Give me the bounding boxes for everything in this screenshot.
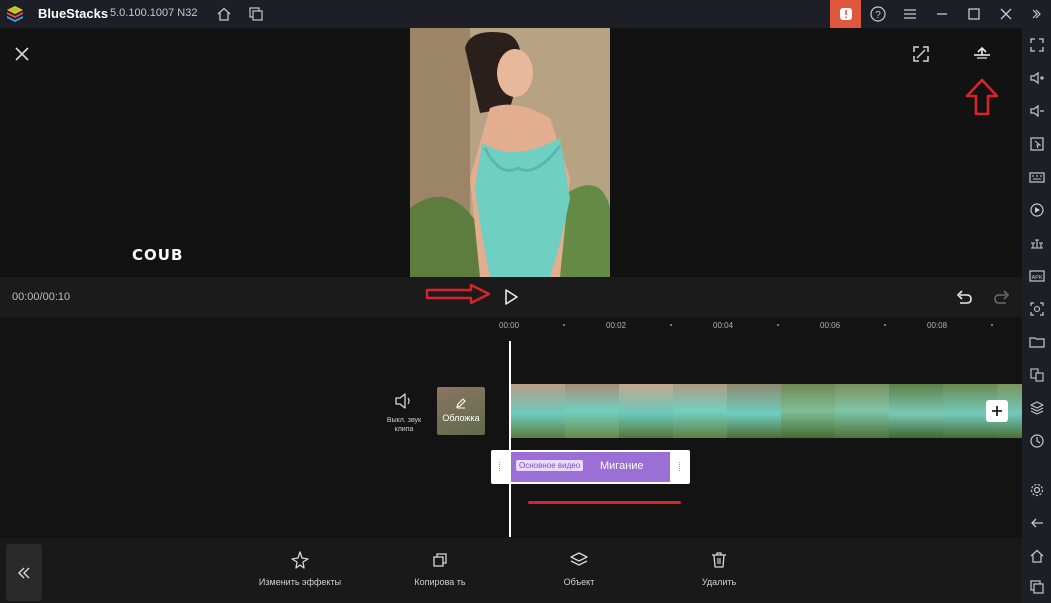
recent-apps-icon[interactable] (1028, 578, 1046, 596)
edit-effects-label: Изменить эффекты (258, 577, 342, 587)
volume-up-icon[interactable] (1028, 69, 1046, 87)
trash-icon (712, 552, 726, 568)
folder-icon[interactable] (1028, 333, 1046, 351)
playhead[interactable] (509, 341, 511, 537)
timecode: 00:00/00:10 (12, 291, 71, 303)
clip-thumbnail (781, 384, 835, 438)
close-icon[interactable] (12, 44, 32, 64)
clip-thumbnail (835, 384, 889, 438)
notification-alert-icon[interactable] (830, 0, 861, 28)
effect-clip[interactable]: Основное видео Мигание (511, 452, 670, 482)
bluestacks-sidebar: APK (1022, 28, 1051, 603)
sidebar-collapse-icon[interactable] (1026, 4, 1046, 24)
redo-icon[interactable] (992, 287, 1012, 307)
macro-record-icon[interactable] (1028, 201, 1046, 219)
object-label: Объект (563, 577, 595, 587)
edit-effects-button[interactable]: Изменить эффекты (255, 550, 345, 588)
clip-thumbnail (565, 384, 619, 438)
mute-clip-label[interactable]: Выкл. звук клипа (380, 416, 428, 434)
effect-name: Мигание (600, 460, 644, 472)
clip-thumbnail (619, 384, 673, 438)
keyboard-icon[interactable] (1028, 168, 1046, 186)
bottom-toolbar: Изменить эффекты Копирова ть Объект Удал… (0, 538, 1022, 603)
ruler-dot (563, 324, 565, 326)
svg-text:?: ? (875, 10, 881, 21)
right-trim-handle[interactable] (679, 462, 681, 471)
timeline-panel[interactable]: 00:00 00:02 00:04 00:06 00:08 Выкл. звук… (0, 317, 1022, 538)
back-arrow-icon[interactable] (1028, 514, 1046, 532)
apk-install-icon[interactable]: APK (1028, 267, 1046, 285)
home-icon[interactable] (214, 4, 234, 24)
copy-icon (433, 553, 447, 567)
video-preview-area: COUB (0, 28, 1022, 277)
delete-label: Удалить (701, 577, 737, 587)
android-home-icon[interactable] (1028, 547, 1046, 565)
speaker-icon[interactable] (393, 391, 413, 411)
video-frame[interactable] (410, 28, 610, 277)
ruler-dot (884, 324, 886, 326)
svg-text:APK: APK (1031, 275, 1042, 281)
export-upload-icon[interactable] (971, 42, 993, 64)
title-bar: BlueStacks 5.0.100.1007 N32 ? (0, 0, 1051, 28)
main-video-tag: Основное видео (516, 460, 584, 471)
play-icon[interactable] (501, 287, 521, 307)
minimize-icon[interactable] (932, 4, 952, 24)
object-button[interactable]: Объект (534, 550, 624, 588)
ruler-dot (777, 324, 779, 326)
layers-stack-icon[interactable] (1028, 399, 1046, 417)
ruler-label-0: 00:00 (499, 321, 520, 330)
app-title: BlueStacks (38, 6, 109, 21)
menu-icon[interactable] (900, 4, 920, 24)
copy-label: Копирова ть (414, 577, 466, 587)
cover-button[interactable]: Обложка (437, 387, 485, 435)
ruler-label-2: 00:04 (713, 321, 734, 330)
ruler-dot (670, 324, 672, 326)
multi-window-icon[interactable] (1028, 366, 1046, 384)
pointer-icon[interactable] (1028, 135, 1046, 153)
ruler-label-4: 00:08 (927, 321, 948, 330)
clip-thumbnail (511, 384, 565, 438)
clip-thumbnail (727, 384, 781, 438)
bluestacks-logo-icon (7, 6, 23, 22)
plus-icon (992, 406, 1002, 416)
multi-instance-sync-icon[interactable] (1028, 234, 1046, 252)
fullscreen-icon[interactable] (911, 44, 931, 64)
ruler-label-3: 00:06 (820, 321, 841, 330)
bluestacks-window: BlueStacks 5.0.100.1007 N32 ? COUB 00:00… (0, 0, 1051, 603)
video-clip-filmstrip[interactable] (511, 384, 1022, 438)
clip-thumbnail (673, 384, 727, 438)
screenshot-icon[interactable] (1028, 300, 1046, 318)
add-clip-button[interactable] (986, 400, 1008, 422)
collapse-toolbar-button[interactable] (6, 544, 42, 601)
volume-down-icon[interactable] (1028, 102, 1046, 120)
playback-control-bar: 00:00/00:10 (0, 277, 1022, 317)
left-trim-handle[interactable] (499, 462, 501, 471)
clip-thumbnail (889, 384, 943, 438)
multi-instance-icon[interactable] (246, 4, 266, 24)
maximize-icon[interactable] (964, 4, 984, 24)
cover-label: Обложка (442, 413, 480, 423)
effect-track[interactable]: Основное видео Мигание (491, 450, 690, 484)
copy-button[interactable]: Копирова ть (395, 550, 485, 588)
coub-watermark: COUB (132, 246, 184, 264)
settings-gear-icon[interactable] (1028, 481, 1046, 499)
fullscreen-toggle-icon[interactable] (1028, 36, 1046, 54)
app-version: 5.0.100.1007 N32 (110, 7, 198, 19)
annotation-underline (528, 501, 681, 504)
ruler-dot (991, 324, 993, 326)
double-chevron-left-icon (17, 566, 30, 579)
close-window-icon[interactable] (996, 4, 1016, 24)
eco-mode-icon[interactable] (1028, 432, 1046, 450)
pencil-icon (456, 398, 466, 409)
undo-icon[interactable] (954, 287, 974, 307)
help-icon[interactable]: ? (868, 4, 888, 24)
delete-button[interactable]: Удалить (674, 550, 764, 588)
annotation-right-arrow-icon (425, 283, 493, 305)
video-still-image (410, 28, 610, 277)
layers-icon (570, 552, 588, 566)
annotation-up-arrow-icon (964, 78, 1000, 116)
ruler-label-1: 00:02 (606, 321, 627, 330)
sparkle-icon (291, 551, 309, 569)
